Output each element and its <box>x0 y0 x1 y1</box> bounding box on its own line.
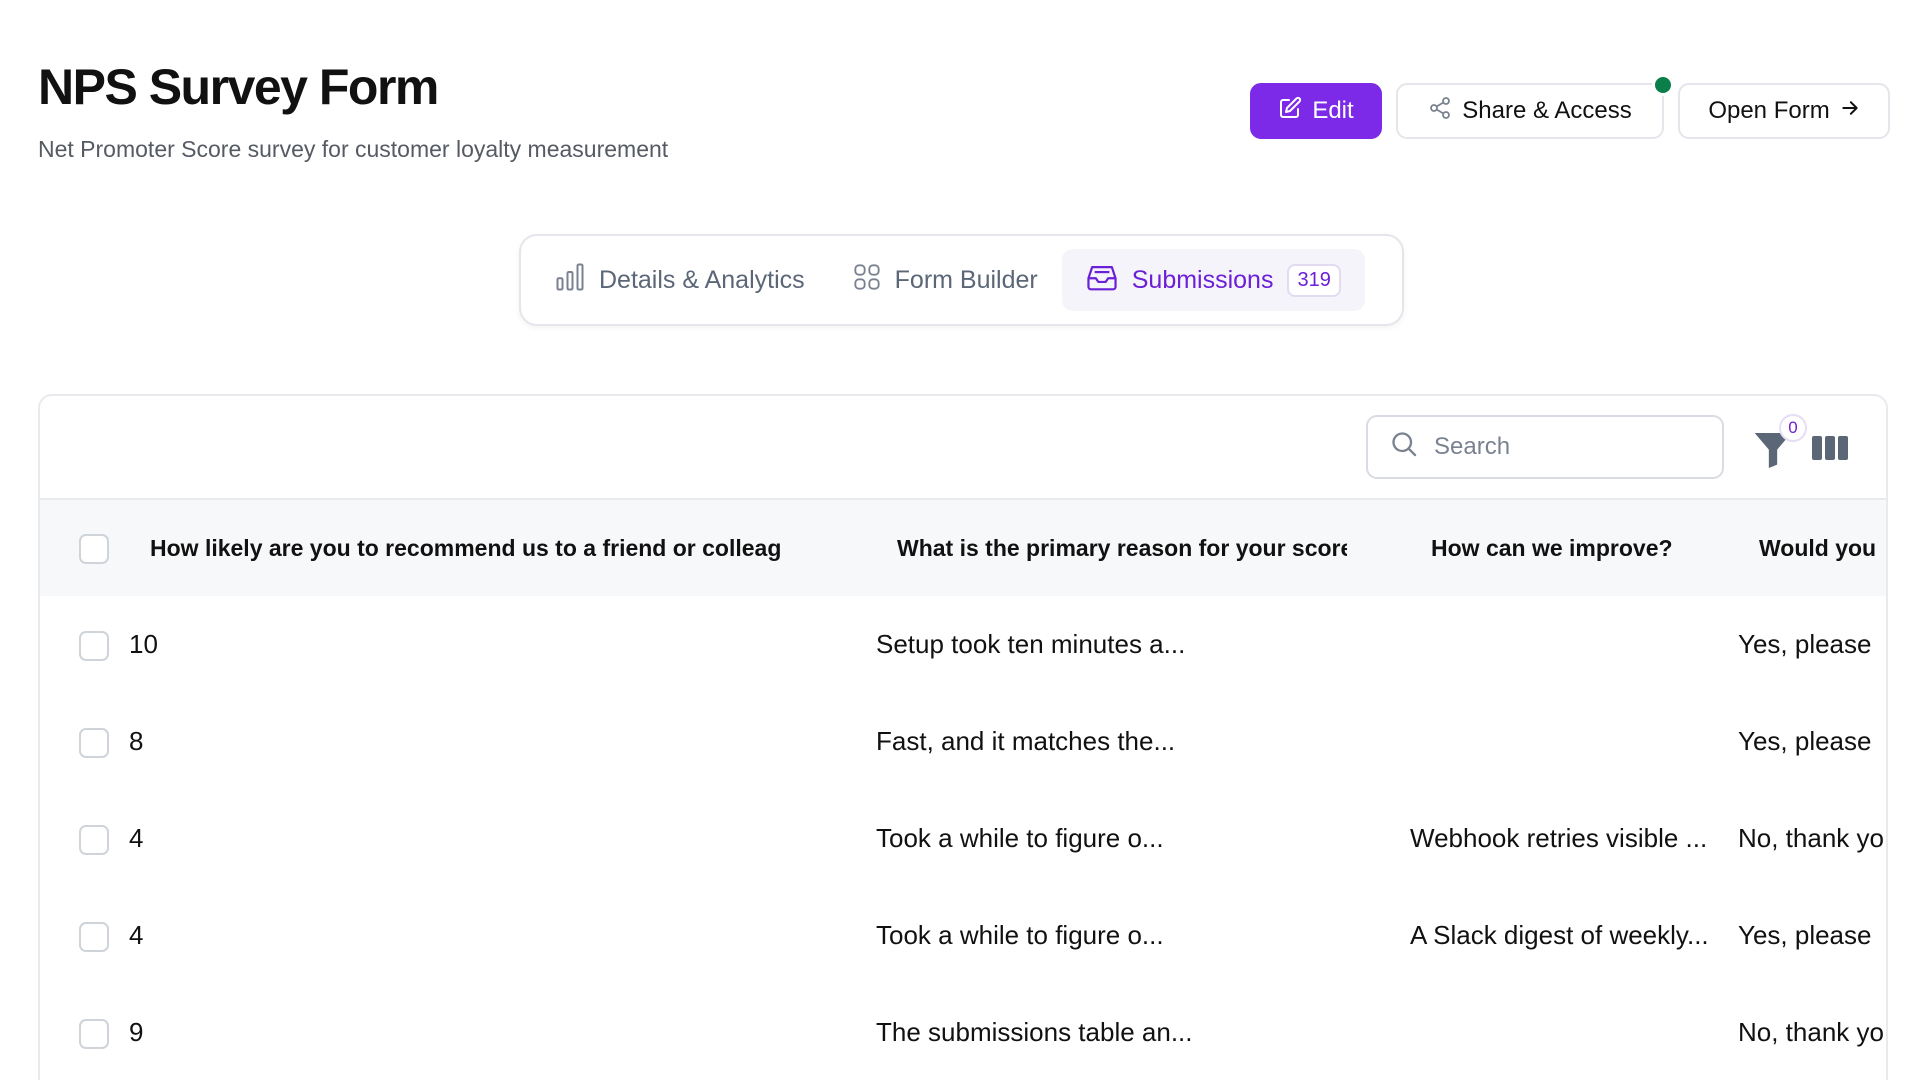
table-row[interactable]: 4 Took a while to figure o... A Slack di… <box>40 887 1886 984</box>
filter-count-badge: 0 <box>1779 414 1807 442</box>
table-cell: Setup took ten minutes a... <box>876 629 1186 659</box>
row-checkbox[interactable] <box>79 1019 109 1049</box>
column-header[interactable]: What is the primary reason for your scor… <box>897 500 1347 596</box>
page-title: NPS Survey Form <box>38 59 439 115</box>
columns-icon[interactable] <box>1812 434 1848 462</box>
tab-label: Form Builder <box>894 265 1038 294</box>
table-cell: Took a while to figure o... <box>876 823 1164 853</box>
table-cell: No, thank yo <box>1738 1017 1884 1047</box>
open-form-button[interactable]: Open Form <box>1678 83 1890 139</box>
search-box[interactable]: Search <box>1366 415 1724 479</box>
table-cell: 4 <box>129 920 144 950</box>
grid-icon <box>853 263 881 298</box>
share-access-button[interactable]: Share & Access <box>1396 74 1674 139</box>
edit-button[interactable]: Edit <box>1250 83 1382 139</box>
tab-details-analytics[interactable]: Details & Analytics <box>531 249 829 311</box>
table-cell: 4 <box>129 823 144 853</box>
table-cell <box>1410 596 1734 693</box>
table-body: 10 Setup took ten minutes a... Yes, plea… <box>40 596 1886 1080</box>
table-cell: Yes, please <box>1738 920 1872 950</box>
table-cell: The submissions table an... <box>876 1017 1193 1047</box>
row-checkbox[interactable] <box>79 825 109 855</box>
table-cell: 8 <box>129 726 144 756</box>
row-checkbox[interactable] <box>79 922 109 952</box>
bar-chart-icon <box>555 262 585 299</box>
tab-label: Submissions <box>1131 265 1274 294</box>
inbox-icon <box>1086 263 1118 298</box>
table-row[interactable]: 10 Setup took ten minutes a... Yes, plea… <box>40 596 1886 693</box>
column-header[interactable]: How can we improve? <box>1431 500 1721 596</box>
table-cell: Yes, please <box>1738 726 1872 756</box>
table-cell <box>1410 984 1734 1080</box>
table-cell: Webhook retries visible ... <box>1410 823 1708 853</box>
edit-icon <box>1278 96 1302 127</box>
table-row[interactable]: 4 Took a while to figure o... Webhook re… <box>40 790 1886 887</box>
open-form-label: Open Form <box>1708 97 1830 124</box>
tab-submissions[interactable]: Submissions 319 <box>1061 249 1365 311</box>
arrow-right-icon <box>1840 97 1860 125</box>
live-status-dot <box>1652 74 1674 96</box>
select-all-checkbox[interactable] <box>79 534 109 564</box>
view-tabs: Details & Analytics Form Builder Submiss… <box>519 234 1404 326</box>
table-cell: No, thank yo <box>1738 823 1884 853</box>
header-actions: Edit Share & Access Open Form <box>1250 74 1890 139</box>
table-header-row: How likely are you to recommend us to a … <box>40 500 1886 596</box>
table-cell: A Slack digest of weekly... <box>1410 920 1709 950</box>
table-cell: Fast, and it matches the... <box>876 726 1176 756</box>
column-header[interactable]: Would you <box>1759 500 1886 596</box>
tab-form-builder[interactable]: Form Builder <box>829 249 1062 311</box>
share-icon <box>1428 96 1452 127</box>
tab-label: Details & Analytics <box>599 265 805 294</box>
row-checkbox[interactable] <box>79 728 109 758</box>
search-icon <box>1390 430 1418 465</box>
table-row[interactable]: 8 Fast, and it matches the... Yes, pleas… <box>40 693 1886 790</box>
table-cell: 10 <box>129 629 158 659</box>
table-cell <box>1410 693 1734 790</box>
column-header[interactable]: How likely are you to recommend us to a … <box>150 500 780 596</box>
table-cell: 9 <box>129 1017 144 1047</box>
submissions-table-card: Search 0 How likely are you to recommend… <box>38 394 1888 1080</box>
table-toolbar: Search 0 <box>40 396 1886 500</box>
table-cell: Yes, please <box>1738 629 1872 659</box>
submissions-count-badge: 319 <box>1287 263 1341 297</box>
edit-button-label: Edit <box>1312 97 1354 124</box>
share-button-label: Share & Access <box>1462 97 1632 124</box>
row-checkbox[interactable] <box>79 631 109 661</box>
table-cell: Took a while to figure o... <box>876 920 1164 950</box>
page-subtitle: Net Promoter Score survey for customer l… <box>38 136 669 162</box>
search-input[interactable]: Search <box>1434 433 1510 461</box>
table-row[interactable]: 9 The submissions table an... No, thank … <box>40 984 1886 1080</box>
